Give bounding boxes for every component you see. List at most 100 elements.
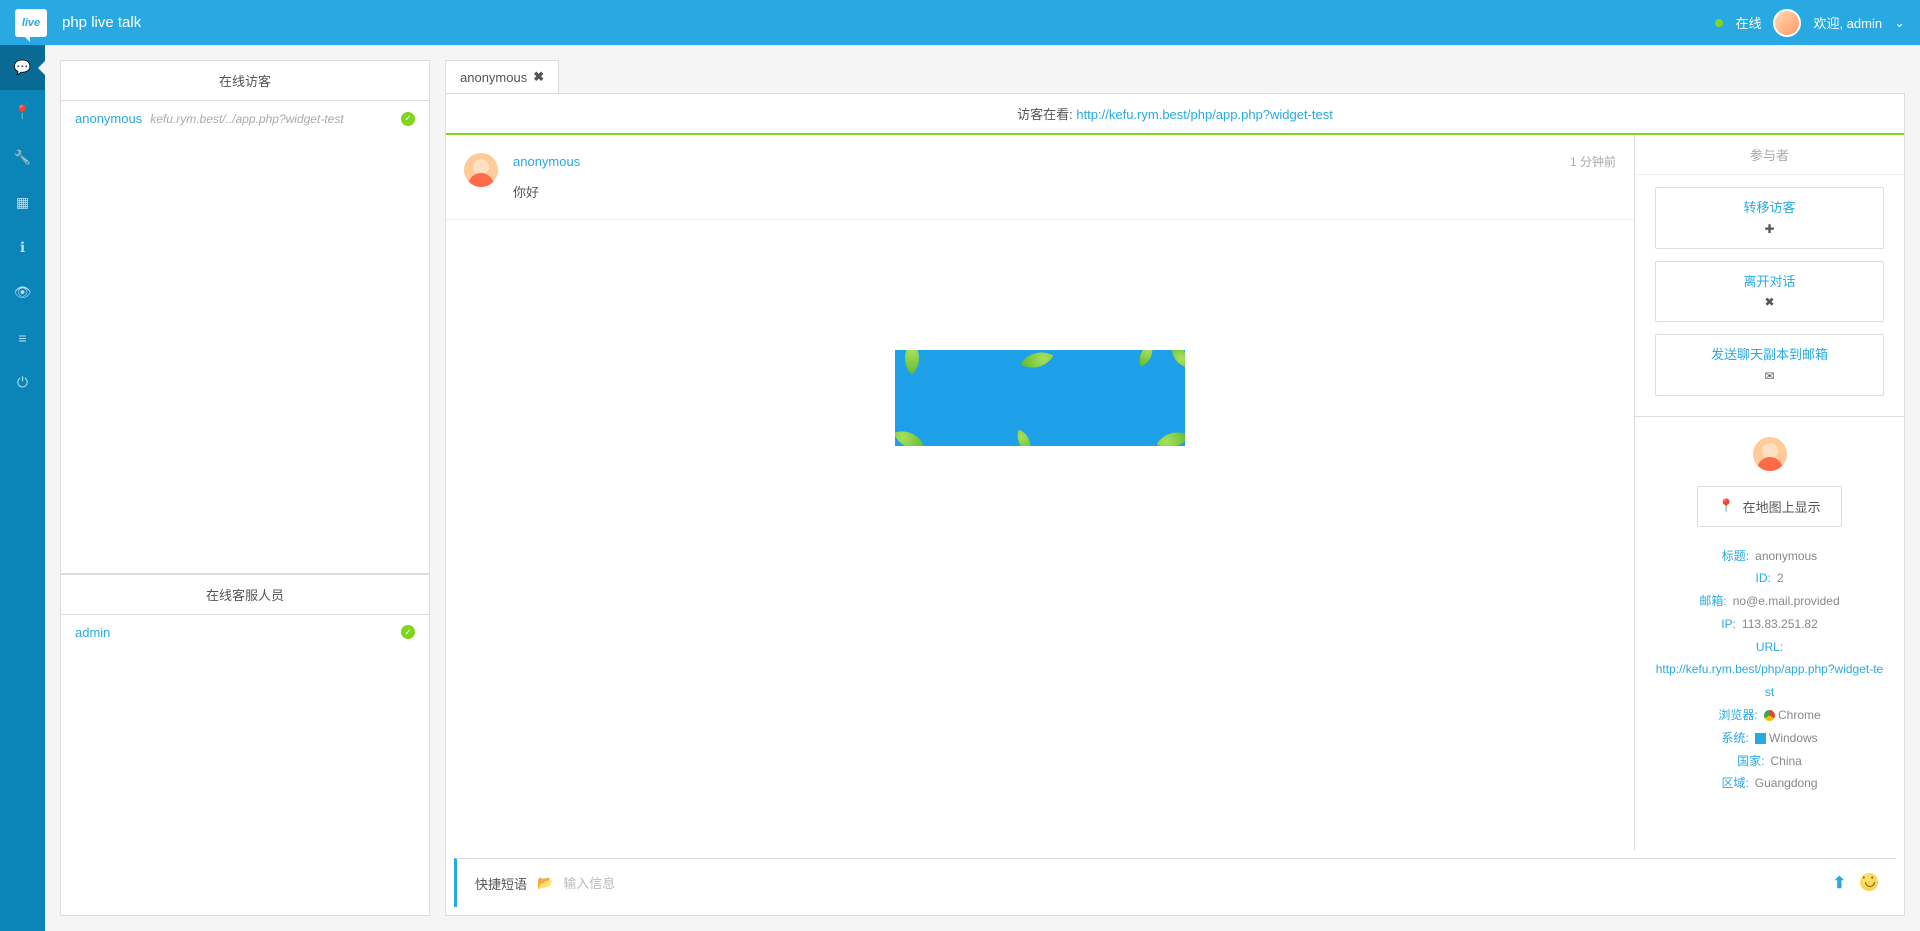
upload-icon[interactable]: ⬆ bbox=[1833, 873, 1846, 893]
info-icon: ℹ bbox=[20, 239, 25, 256]
chrome-icon bbox=[1764, 710, 1775, 721]
participants-header: 参与者 bbox=[1635, 135, 1904, 175]
sidebar-item-settings[interactable]: 🔧 bbox=[0, 135, 45, 180]
composer: 快捷短语 📂 ⬆ bbox=[454, 858, 1896, 907]
left-panels: 在线访客 anonymous kefu.rym.best/../app.php?… bbox=[60, 60, 430, 916]
info-section: 📍 在地图上显示 标题: anonymous ID: 2 邮箱: no@e.mail.… bbox=[1635, 417, 1904, 816]
sidebar-item-power[interactable]: ⏻ bbox=[0, 360, 45, 405]
info-title-label: 标题: bbox=[1722, 545, 1749, 568]
tabs: anonymous ✖ bbox=[445, 60, 1905, 93]
chat-box: 访客在看: http://kefu.rym.best/php/app.php?w… bbox=[445, 93, 1905, 916]
leave-label: 离开对话 bbox=[1666, 272, 1873, 292]
tab-anonymous[interactable]: anonymous ✖ bbox=[445, 60, 559, 93]
close-icon: ✖ bbox=[1666, 293, 1873, 311]
info-browser-value: Chrome bbox=[1778, 708, 1821, 722]
info-table: 标题:anonymous ID:2 邮箱:no@e.mail.provided … bbox=[1655, 545, 1884, 796]
sidebar-item-view[interactable]: 👁 bbox=[0, 270, 45, 315]
chat-icon: 💬 bbox=[14, 59, 31, 76]
panel-agents: 在线客服人员 admin ✓ bbox=[60, 574, 430, 916]
header: live php live talk 在线 欢迎, admin ⌄ bbox=[0, 0, 1920, 45]
emoji-icon[interactable] bbox=[1860, 873, 1878, 891]
info-url-value[interactable]: http://kefu.rym.best/php/app.php?widget-… bbox=[1655, 658, 1884, 704]
wrench-icon: 🔧 bbox=[14, 149, 31, 166]
message-input[interactable] bbox=[563, 876, 1822, 891]
leave-button[interactable]: 离开对话 ✖ bbox=[1655, 261, 1884, 323]
transcript-label: 发送聊天副本到邮箱 bbox=[1666, 345, 1873, 365]
sidebar-item-chat[interactable]: 💬 bbox=[0, 45, 45, 90]
panel-visitors-body: anonymous kefu.rym.best/../app.php?widge… bbox=[61, 101, 429, 573]
agent-row[interactable]: admin ✓ bbox=[61, 615, 429, 650]
sidebar-item-qrcode[interactable]: ▦ bbox=[0, 180, 45, 225]
right-pane: 参与者 转移访客 ✚ 离开对话 ✖ 发送聊天副本到邮箱 ✉ bbox=[1634, 135, 1904, 850]
info-url-label: URL: bbox=[1756, 636, 1783, 659]
panel-agents-header: 在线客服人员 bbox=[61, 575, 429, 615]
windows-icon bbox=[1755, 733, 1766, 744]
check-icon: ✓ bbox=[401, 625, 415, 639]
info-email-label: 邮箱: bbox=[1699, 590, 1726, 613]
message: anonymous 1 分钟前 你好 bbox=[446, 135, 1634, 220]
header-right: 在线 欢迎, admin ⌄ bbox=[1715, 9, 1905, 37]
avatar[interactable] bbox=[1773, 9, 1801, 37]
info-country-value: China bbox=[1770, 750, 1801, 773]
map-button[interactable]: 📍 在地图上显示 bbox=[1697, 486, 1841, 527]
chat-body: anonymous 1 分钟前 你好 参与者 bbox=[446, 135, 1904, 850]
eye-icon: 👁 bbox=[14, 284, 32, 301]
status-text[interactable]: 在线 bbox=[1735, 13, 1761, 32]
visitor-name: anonymous bbox=[75, 111, 142, 126]
check-icon: ✓ bbox=[401, 112, 415, 126]
folder-icon[interactable]: 📂 bbox=[537, 875, 553, 891]
message-text: 你好 bbox=[513, 182, 1616, 201]
qrcode-icon: ▦ bbox=[16, 194, 29, 211]
map-label: 在地图上显示 bbox=[1743, 497, 1821, 516]
info-browser-label: 浏览器: bbox=[1718, 704, 1757, 727]
app-title: php live talk bbox=[62, 14, 141, 31]
chevron-down-icon[interactable]: ⌄ bbox=[1894, 15, 1905, 31]
header-left: live php live talk bbox=[15, 9, 141, 37]
pin-icon: 📍 bbox=[1718, 498, 1734, 514]
panel-visitors-header: 在线访客 bbox=[61, 61, 429, 101]
visitor-avatar-icon bbox=[1753, 437, 1787, 471]
viewing-label: 访客在看: bbox=[1017, 107, 1073, 122]
plus-icon: ✚ bbox=[1666, 220, 1873, 238]
sidebar-item-location[interactable]: 📍 bbox=[0, 90, 45, 135]
panel-visitors: 在线访客 anonymous kefu.rym.best/../app.php?… bbox=[60, 60, 430, 574]
quick-phrases-label[interactable]: 快捷短语 bbox=[475, 874, 527, 893]
info-title-value: anonymous bbox=[1755, 545, 1817, 568]
composer-icons: ⬆ bbox=[1833, 873, 1878, 893]
main-container: 在线访客 anonymous kefu.rym.best/../app.php?… bbox=[45, 45, 1920, 931]
messages: anonymous 1 分钟前 你好 bbox=[446, 135, 1634, 850]
agent-name: admin bbox=[75, 625, 110, 640]
transfer-label: 转移访客 bbox=[1666, 198, 1873, 218]
transcript-button[interactable]: 发送聊天副本到邮箱 ✉ bbox=[1655, 334, 1884, 396]
info-id-label: ID: bbox=[1755, 567, 1770, 590]
info-id-value: 2 bbox=[1777, 567, 1784, 590]
list-icon: ≡ bbox=[18, 330, 26, 346]
message-content: anonymous 1 分钟前 你好 bbox=[513, 153, 1616, 201]
sidebar-item-info[interactable]: ℹ bbox=[0, 225, 45, 270]
info-ip-value: 113.83.251.82 bbox=[1742, 613, 1818, 636]
viewing-bar: 访客在看: http://kefu.rym.best/php/app.php?w… bbox=[446, 94, 1904, 135]
info-country-label: 国家: bbox=[1737, 750, 1764, 773]
message-sender: anonymous bbox=[513, 154, 580, 169]
info-os-value: Windows bbox=[1769, 731, 1818, 745]
status-dot-icon bbox=[1715, 19, 1723, 27]
info-region-label: 区域: bbox=[1721, 772, 1748, 795]
tab-label: anonymous bbox=[460, 70, 527, 85]
info-email-value: no@e.mail.provided bbox=[1733, 590, 1840, 613]
avatar-icon bbox=[464, 153, 498, 187]
viewing-url[interactable]: http://kefu.rym.best/php/app.php?widget-… bbox=[1076, 107, 1333, 122]
info-region-value: Guangdong bbox=[1755, 772, 1818, 795]
transfer-button[interactable]: 转移访客 ✚ bbox=[1655, 187, 1884, 249]
pin-icon: 📍 bbox=[14, 104, 31, 121]
banner-image bbox=[895, 350, 1185, 446]
sidebar-item-list[interactable]: ≡ bbox=[0, 315, 45, 360]
chat-area: anonymous ✖ 访客在看: http://kefu.rym.best/p… bbox=[445, 60, 1905, 916]
power-icon: ⏻ bbox=[17, 374, 28, 391]
logo[interactable]: live bbox=[15, 9, 47, 37]
info-os-label: 系统: bbox=[1721, 727, 1748, 750]
visitor-url: kefu.rym.best/../app.php?widget-test bbox=[150, 112, 393, 126]
envelope-icon: ✉ bbox=[1666, 367, 1873, 385]
close-icon[interactable]: ✖ bbox=[533, 69, 544, 85]
visitor-row[interactable]: anonymous kefu.rym.best/../app.php?widge… bbox=[61, 101, 429, 136]
welcome-text[interactable]: 欢迎, admin bbox=[1813, 13, 1882, 32]
